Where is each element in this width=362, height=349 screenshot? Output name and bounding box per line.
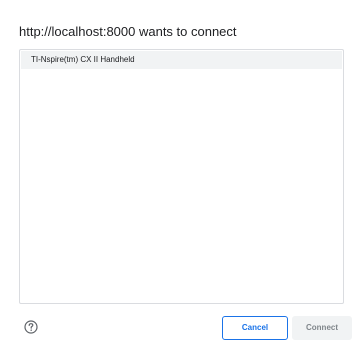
cancel-button[interactable]: Cancel (222, 316, 288, 340)
device-list-item[interactable]: TI-Nspire(tm) CX II Handheld (21, 51, 342, 69)
help-circle-icon (24, 320, 38, 334)
device-list[interactable]: TI-Nspire(tm) CX II Handheld (19, 49, 344, 304)
help-icon[interactable] (24, 320, 38, 334)
connect-button[interactable]: Connect (292, 316, 352, 340)
device-chooser-dialog: http://localhost:8000 wants to connect T… (0, 0, 362, 349)
dialog-title: http://localhost:8000 wants to connect (19, 24, 237, 39)
